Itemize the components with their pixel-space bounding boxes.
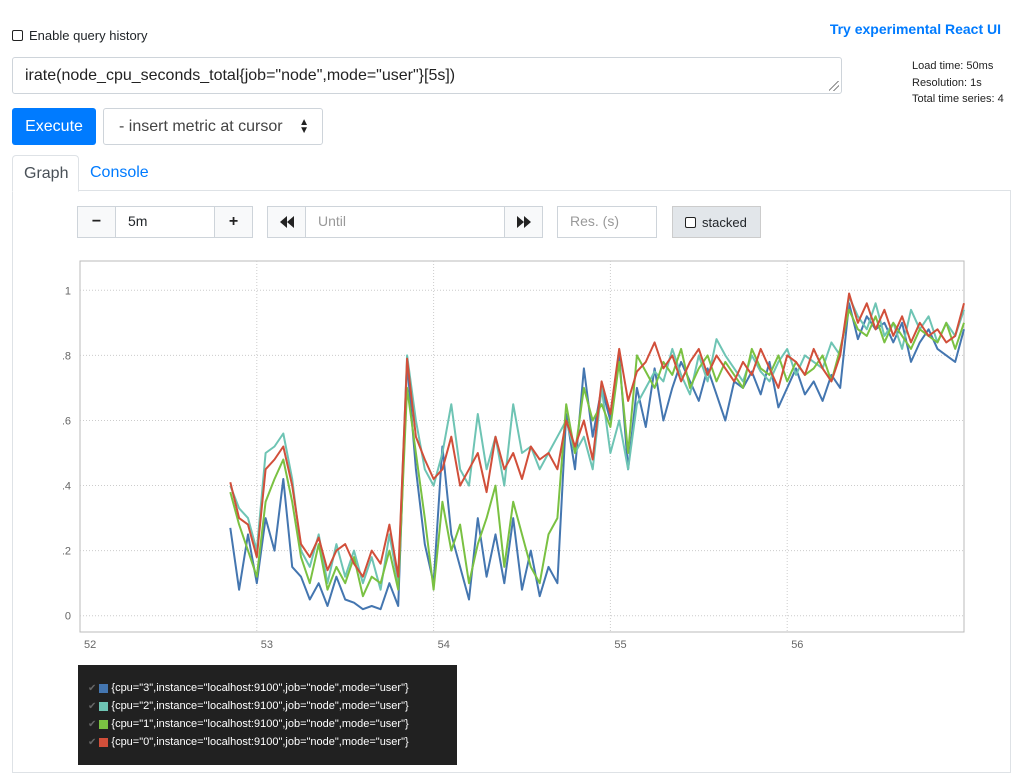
tab-graph[interactable]: Graph	[12, 155, 79, 192]
x-tick-label: 52	[84, 639, 96, 651]
metric-select-value: - insert metric at cursor	[119, 118, 283, 135]
query-stats: Load time: 50ms Resolution: 1s Total tim…	[912, 58, 1004, 108]
range-input[interactable]: 5m	[115, 206, 215, 238]
query-history-label: Enable query history	[29, 28, 148, 43]
stacked-toggle[interactable]: stacked	[672, 206, 761, 238]
legend-swatch	[99, 683, 109, 693]
x-tick-label: 53	[261, 639, 273, 651]
legend-item[interactable]: ✔ {cpu="3",instance="localhost:9100",job=…	[88, 679, 409, 697]
y-tick-label: 0.8	[63, 350, 71, 362]
x-tick-label: 54	[438, 639, 450, 651]
resolution-input[interactable]: Res. (s)	[557, 206, 657, 238]
legend-item[interactable]: ✔ {cpu="2",instance="localhost:9100",job=…	[88, 697, 409, 715]
legend-swatch	[99, 701, 109, 711]
stacked-label: stacked	[702, 214, 747, 230]
execute-button[interactable]: Execute	[12, 108, 96, 145]
y-tick-label: 0.2	[63, 546, 71, 558]
y-tick-label: 0.4	[63, 481, 71, 493]
range-increase-button[interactable]: +	[214, 206, 253, 238]
until-input[interactable]: Until	[305, 206, 505, 238]
check-icon: ✔	[88, 718, 97, 730]
legend-label: {cpu="3",instance="localhost:9100",job="…	[111, 682, 409, 694]
resolution: Resolution: 1s	[912, 76, 982, 89]
total-series: Total time series: 4	[912, 93, 1004, 105]
legend-swatch	[99, 719, 109, 729]
chart-legend: ✔ {cpu="3",instance="localhost:9100",job=…	[78, 665, 457, 765]
load-time: Load time: 50ms	[912, 60, 994, 72]
tab-console[interactable]: Console	[90, 164, 149, 182]
cpu-chart: 52535455565700.20.40.60.81	[63, 260, 965, 651]
legend-label: {cpu="1",instance="localhost:9100",job="…	[111, 718, 409, 730]
y-tick-label: 0.6	[63, 415, 71, 427]
legend-swatch	[99, 737, 109, 747]
double-left-arrow-icon[interactable]	[267, 206, 306, 238]
check-icon: ✔	[88, 736, 97, 748]
legend-item[interactable]: ✔ {cpu="0",instance="localhost:9100",job=…	[88, 733, 409, 751]
resize-grip-icon[interactable]	[829, 81, 839, 91]
legend-label: {cpu="2",instance="localhost:9100",job="…	[111, 700, 409, 712]
y-tick-label: 1	[65, 285, 71, 297]
y-tick-label: 0	[65, 611, 71, 623]
query-input[interactable]: irate(node_cpu_seconds_total{job="node",…	[12, 57, 842, 94]
x-tick-label: 55	[614, 639, 626, 651]
double-right-arrow-icon[interactable]	[504, 206, 543, 238]
check-icon: ✔	[88, 682, 97, 694]
checkbox-icon[interactable]	[12, 30, 23, 41]
legend-label: {cpu="0",instance="localhost:9100",job="…	[111, 736, 409, 748]
check-icon: ✔	[88, 700, 97, 712]
x-tick-label: 56	[791, 639, 803, 651]
query-history-toggle[interactable]: Enable query history	[12, 28, 148, 43]
plot-area	[79, 260, 965, 633]
select-arrows-icon: ▲ ▼	[299, 117, 309, 136]
metric-select[interactable]: - insert metric at cursor ▲ ▼	[103, 108, 323, 145]
legend-item[interactable]: ✔ {cpu="1",instance="localhost:9100",job=…	[88, 715, 409, 733]
checkbox-icon	[685, 216, 696, 228]
react-ui-link[interactable]: Try experimental React UI	[830, 21, 1001, 37]
query-expression: irate(node_cpu_seconds_total{job="node",…	[25, 67, 456, 84]
range-decrease-button[interactable]: −	[77, 206, 116, 238]
